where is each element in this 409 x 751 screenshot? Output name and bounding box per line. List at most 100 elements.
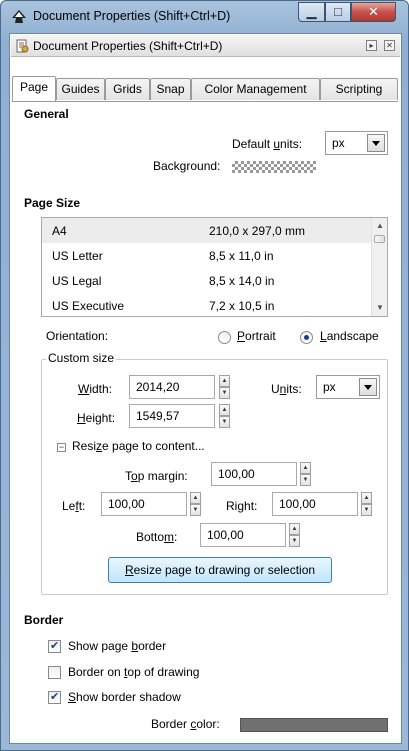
resize-to-drawing-label: Resize page to drawing or selection [109, 563, 331, 577]
tab-page[interactable]: Page [12, 76, 56, 101]
resize-button-mnemonic: R [124, 563, 134, 577]
custom-size-legend: Custom size [46, 351, 117, 365]
scroll-down-icon[interactable]: ▼ [372, 300, 387, 316]
page-size-row[interactable]: US Executive 7,2 x 10,5 in [42, 293, 387, 316]
border-on-top-rest: op of drawing [127, 665, 200, 679]
page-size-dims: 210,0 x 297,0 mm [209, 224, 306, 238]
tab-color-management[interactable]: Color Management [191, 78, 320, 100]
border-on-top-label[interactable]: Border on top of drawing [68, 665, 199, 679]
resize-button-rest: esize page to drawing or selection [133, 563, 316, 577]
bottom-margin-value: 100,00 [207, 528, 244, 542]
show-border-shadow-label[interactable]: Show border shadow [68, 690, 181, 704]
default-units-combo[interactable]: px [325, 131, 388, 155]
left-margin-input[interactable]: 100,00 [101, 492, 187, 516]
height-label: Height: [77, 411, 115, 425]
scrollbar-thumb[interactable] [374, 235, 385, 243]
bottom-margin-input[interactable]: 100,00 [200, 523, 286, 547]
landscape-radio[interactable] [300, 331, 313, 344]
dock-title: Document Properties (Shift+Ctrl+D) [33, 39, 223, 53]
default-units-value: px [332, 136, 345, 150]
page-size-row[interactable]: A4 210,0 x 297,0 mm [42, 218, 387, 243]
landscape-label-rest: andscape [326, 329, 379, 343]
spin-up-icon[interactable]: ▲ [219, 404, 230, 416]
spin-up-icon[interactable]: ▲ [219, 375, 230, 387]
height-value: 1549,57 [136, 409, 180, 423]
default-units-label-post: nits: [280, 137, 303, 151]
border-on-top-checkbox[interactable] [48, 666, 61, 679]
top-margin-input[interactable]: 100,00 [211, 462, 297, 486]
page-size-dims: 8,5 x 14,0 in [209, 274, 275, 288]
dropdown-arrow-icon [359, 378, 377, 396]
spin-down-icon[interactable]: ▼ [300, 474, 311, 486]
height-input[interactable]: 1549,57 [129, 404, 215, 428]
dropdown-arrow-icon [367, 134, 385, 152]
right-margin-value: 100,00 [279, 497, 316, 511]
height-spinner[interactable]: ▲ ▼ [219, 404, 230, 428]
page-size-scrollbar[interactable]: ▲ ▼ [371, 218, 387, 316]
resize-expander-icon[interactable]: − [57, 443, 66, 452]
width-mnemonic: W [78, 382, 90, 396]
width-input[interactable]: 2014,20 [129, 375, 215, 399]
portrait-label-rest: ortrait [245, 329, 276, 343]
spin-up-icon[interactable]: ▲ [190, 492, 201, 504]
close-icon: ✕ [368, 4, 379, 19]
tab-guides-label: Guides [61, 82, 100, 96]
page-size-heading: Page Size [24, 196, 81, 210]
scroll-up-icon[interactable]: ▲ [372, 218, 387, 234]
left-margin-value: 100,00 [108, 497, 145, 511]
units-value: px [323, 380, 336, 394]
spin-up-icon[interactable]: ▲ [300, 462, 311, 474]
right-margin-input[interactable]: 100,00 [272, 492, 358, 516]
bottom-margin-spinner[interactable]: ▲ ▼ [289, 523, 300, 547]
border-color-swatch[interactable] [240, 718, 388, 732]
page-size-row[interactable]: US Legal 8,5 x 14,0 in [42, 268, 387, 293]
title-bar[interactable]: Document Properties (Shift+Ctrl+D) ▁ □ ✕ [1, 1, 408, 31]
spin-down-icon[interactable]: ▼ [219, 387, 230, 399]
left-margin-spinner[interactable]: ▲ ▼ [190, 492, 201, 516]
background-label: Background: [153, 159, 221, 173]
spin-down-icon[interactable]: ▼ [190, 504, 201, 516]
minimize-button[interactable]: ▁ [298, 2, 325, 22]
spin-up-icon[interactable]: ▲ [289, 523, 300, 535]
right-margin-spinner[interactable]: ▲ ▼ [361, 492, 372, 516]
portrait-label[interactable]: Portrait [237, 329, 276, 343]
window-title: Document Properties (Shift+Ctrl+D) [33, 9, 231, 23]
show-border-shadow-checkbox[interactable] [48, 690, 61, 704]
dock-title-bar[interactable]: Document Properties (Shift+Ctrl+D) ▸ ✕ [11, 35, 400, 57]
dock-close-button[interactable]: ✕ [384, 40, 395, 51]
dock-iconify-button[interactable]: ▸ [366, 40, 377, 51]
bottom-margin-label: Bottom: [136, 530, 177, 544]
page-size-list[interactable]: A4 210,0 x 297,0 mm US Letter 8,5 x 11,0… [41, 217, 388, 317]
portrait-radio[interactable] [218, 331, 231, 344]
width-spinner[interactable]: ▲ ▼ [219, 375, 230, 399]
top-margin-mnemonic: o [131, 469, 138, 483]
tab-separator [12, 101, 398, 102]
background-color-swatch[interactable] [232, 161, 316, 173]
spin-down-icon[interactable]: ▼ [219, 416, 230, 428]
spin-down-icon[interactable]: ▼ [361, 504, 372, 516]
tab-guides[interactable]: Guides [56, 78, 105, 100]
close-button[interactable]: ✕ [351, 2, 396, 22]
tab-snap[interactable]: Snap [150, 78, 191, 100]
resize-expander-label[interactable]: Resize page to content... [72, 439, 205, 453]
tab-grids[interactable]: Grids [105, 78, 150, 100]
top-margin-value: 100,00 [218, 467, 255, 481]
show-page-border-label[interactable]: Show page border [68, 639, 166, 653]
dock-close-icon: ✕ [386, 41, 393, 50]
units-combo[interactable]: px [316, 375, 380, 399]
spin-up-icon[interactable]: ▲ [361, 492, 372, 504]
spin-down-icon[interactable]: ▼ [289, 535, 300, 547]
resize-to-drawing-button[interactable]: Resize page to drawing or selection [108, 557, 332, 583]
tab-grids-label: Grids [113, 82, 142, 96]
top-margin-spinner[interactable]: ▲ ▼ [300, 462, 311, 486]
maximize-button[interactable]: □ [325, 2, 351, 22]
landscape-label[interactable]: Landscape [320, 329, 379, 343]
page-size-row[interactable]: US Letter 8,5 x 11,0 in [42, 243, 387, 268]
units-label-rest: its: [286, 382, 302, 396]
page-size-name: A4 [52, 224, 67, 238]
width-label-rest: idth: [89, 382, 113, 396]
show-page-border-checkbox[interactable] [48, 639, 61, 653]
page-size-dims: 8,5 x 11,0 in [209, 249, 274, 263]
tab-scripting[interactable]: Scripting [320, 78, 398, 100]
default-units-label-pre: Default [232, 137, 274, 151]
